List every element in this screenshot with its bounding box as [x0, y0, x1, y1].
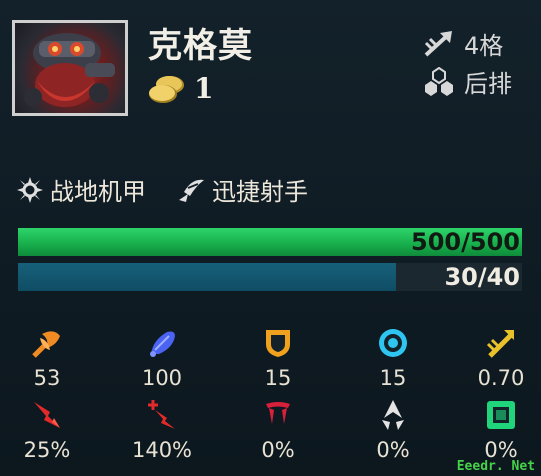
stat-omnivamp[interactable]: 0%: [233, 398, 323, 462]
health-text: 500/500: [411, 228, 520, 256]
stat-crit-chance[interactable]: 25%: [2, 398, 92, 462]
mana-bar-fill: [18, 263, 396, 291]
crit-chance-icon: [34, 402, 60, 428]
stat-value: 15: [379, 366, 407, 390]
attack-speed-icon: [486, 330, 514, 358]
champion-name: 克格莫: [148, 26, 253, 66]
trait-list: 战地机甲 迅捷射手: [16, 172, 338, 207]
stat-value: 0%: [261, 438, 295, 462]
stat-value: 15: [264, 366, 292, 390]
stat-crit-damage[interactable]: 140%: [117, 398, 207, 462]
stat-value: 25%: [23, 438, 71, 462]
magic-resist-icon: [379, 329, 407, 357]
stat-attack-damage[interactable]: 53: [2, 326, 92, 390]
mana-bar: 30/40: [18, 263, 522, 291]
stat-value: 53: [33, 366, 61, 390]
trait-rapidfire[interactable]: 迅捷射手: [176, 172, 308, 207]
cost-value: 1: [194, 72, 214, 105]
trait-label: 迅捷射手: [212, 178, 308, 206]
trait-label: 战地机甲: [50, 178, 146, 206]
backline-icon: [425, 66, 453, 96]
mana-text: 30/40: [444, 263, 520, 291]
champion-portrait[interactable]: [12, 20, 128, 116]
champion-info-panel: 克格莫 1 4格 后排 战地机甲 迅捷射手 500/500 30/40 53 1…: [0, 0, 541, 476]
attack-range: 4格: [422, 26, 503, 61]
attack-damage-icon: [32, 331, 60, 358]
stat-armor[interactable]: 15: [233, 326, 323, 390]
stat-durability[interactable]: 0%: [456, 398, 541, 462]
champion-position: 后排: [422, 64, 512, 99]
ability-power-icon: [150, 331, 175, 357]
position-label: 后排: [464, 70, 512, 98]
gold-coin-icon: [149, 75, 184, 103]
rapidfire-icon: [179, 179, 204, 202]
watermark: Eeedr. Net: [456, 459, 535, 474]
stat-ability-power[interactable]: 100: [117, 326, 207, 390]
champion-cost: 1: [148, 72, 213, 105]
stat-value: 140%: [131, 438, 193, 462]
armor-icon: [266, 330, 290, 357]
crit-damage-icon: [148, 400, 175, 429]
health-bar: 500/500: [18, 228, 522, 256]
stat-dodge[interactable]: 0%: [348, 398, 438, 462]
range-label: 4格: [464, 32, 504, 60]
stat-value: 0%: [376, 438, 410, 462]
stat-magic-resist[interactable]: 15: [348, 326, 438, 390]
dodge-icon: [382, 400, 404, 430]
omnivamp-icon: [266, 402, 290, 424]
stat-value: 0.70: [477, 366, 525, 390]
durability-icon: [487, 401, 515, 429]
range-arrow-icon: [424, 30, 452, 56]
battle-mech-icon: [17, 176, 43, 203]
stat-attack-speed[interactable]: 0.70: [456, 326, 541, 390]
stat-value: 100: [141, 366, 183, 390]
trait-battle-mech[interactable]: 战地机甲: [16, 172, 146, 207]
